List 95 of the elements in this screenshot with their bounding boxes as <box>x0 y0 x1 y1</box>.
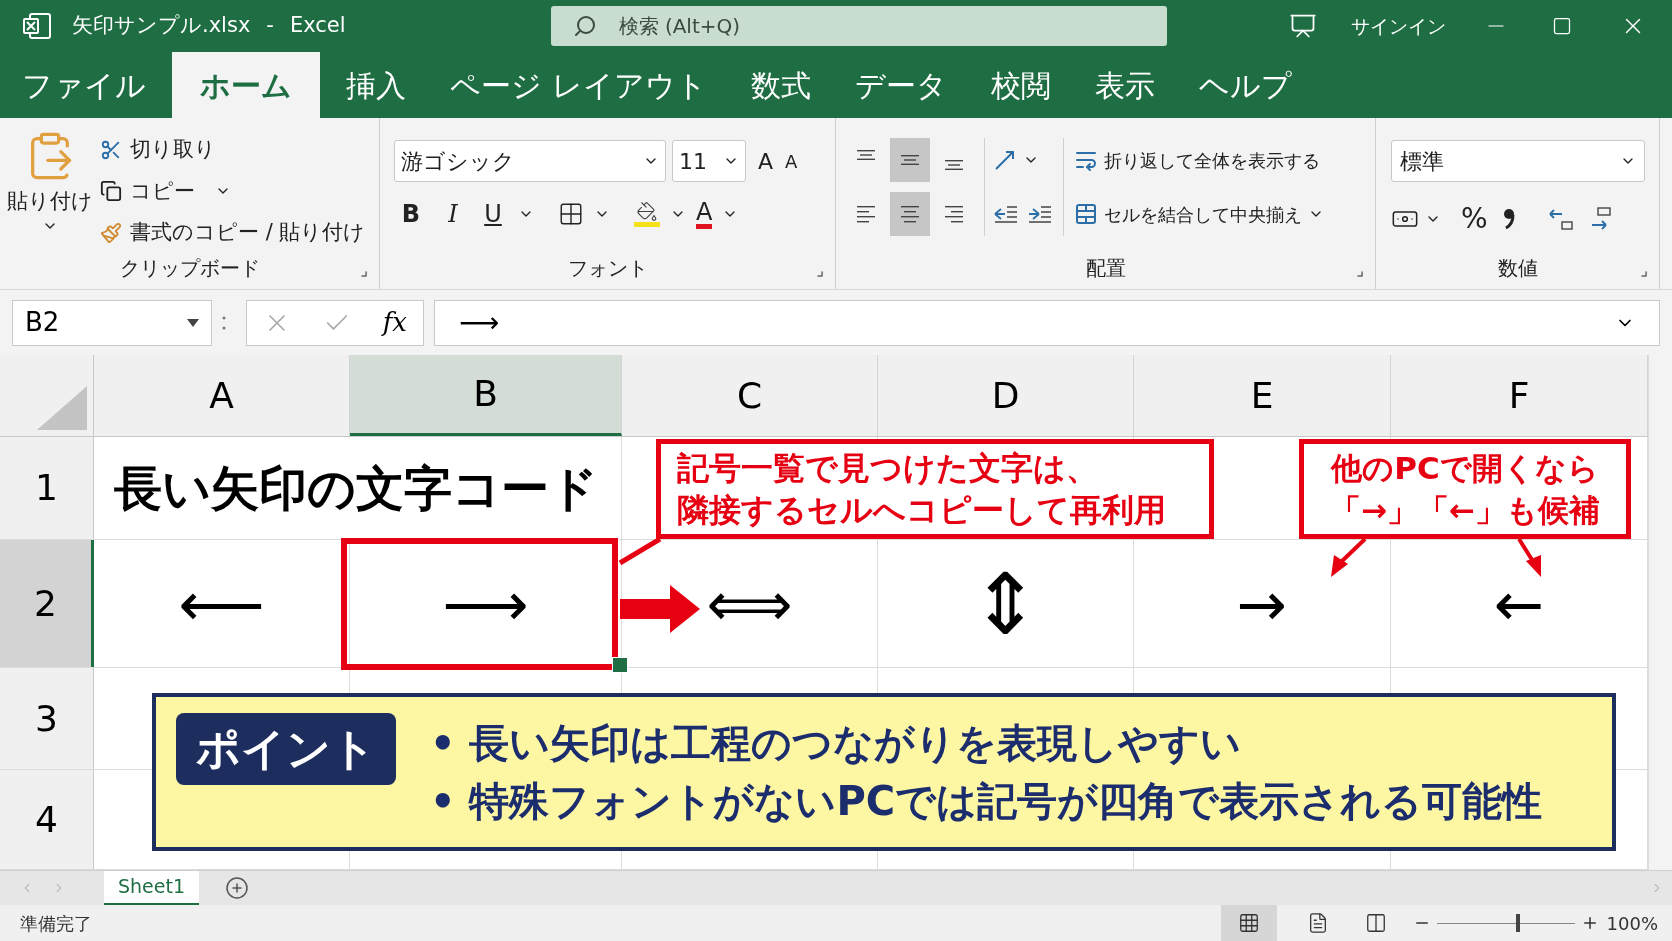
cell-text: ⟵ <box>178 573 265 634</box>
point-text: • 特殊フォントがないPCでは記号が四角で表示される可能性 <box>430 777 1543 826</box>
callout-text: 隣接するセルへコピーして再利用 <box>677 490 1167 531</box>
comma-style-icon[interactable] <box>1501 206 1516 232</box>
underline-button[interactable]: U <box>478 196 508 232</box>
wrap-text-button[interactable]: 折り返して全体を表示する <box>1074 138 1324 182</box>
cell-text: ⇕ <box>970 561 1041 646</box>
font-name-dropdown[interactable]: 游ゴシック <box>394 140 666 182</box>
zoom-thumb[interactable] <box>1515 914 1520 932</box>
name-box[interactable]: B2 <box>12 299 212 346</box>
bold-button[interactable]: B <box>394 196 428 232</box>
insert-function-button[interactable]: fx <box>382 303 407 342</box>
align-icon <box>857 150 875 160</box>
percent-button[interactable]: % <box>1461 198 1488 240</box>
excel-logo-icon <box>22 12 52 40</box>
decrease-indent-icon[interactable] <box>993 203 1019 225</box>
shrink-font-button[interactable]: A <box>785 147 798 175</box>
sign-in-link[interactable]: サインイン <box>1350 11 1446 41</box>
grid-icon <box>1237 912 1260 934</box>
group-label: フォント <box>567 255 648 282</box>
ribbon-tab[interactable]: ページ レイアウト <box>432 52 725 118</box>
align-icon <box>943 205 965 223</box>
row-header[interactable]: 2 <box>0 540 94 667</box>
status-text: 準備完了 <box>20 911 92 936</box>
align-icon <box>901 155 919 165</box>
callout-text: 記号一覧で見つけた文字は、 <box>677 448 1099 489</box>
row-header[interactable]: 4 <box>0 770 94 869</box>
merge-center-button[interactable]: セルを結合して中央揃え <box>1074 192 1324 236</box>
italic-button[interactable]: I <box>438 196 468 232</box>
search-field[interactable]: 検索 (Alt+Q) <box>550 6 1167 46</box>
cell-text: ⟶ <box>442 573 529 634</box>
column-header[interactable]: C <box>622 355 878 436</box>
point-text: • 長い矢印は工程のつながりを表現しやすい <box>430 719 1243 768</box>
column-header[interactable]: D <box>878 355 1134 436</box>
group-label: クリップボード <box>119 255 260 282</box>
ribbon-tab[interactable]: ファイル <box>4 52 164 118</box>
cell-text: → <box>1236 573 1288 634</box>
vertical-align-button[interactable] <box>890 138 930 182</box>
callout-text: 他のPCで開くなら <box>1331 449 1599 488</box>
orientation-icon[interactable] <box>993 148 1017 172</box>
format-painter-button[interactable]: 書式のコピー / 貼り付け <box>100 217 366 249</box>
cut-button[interactable]: 切り取り <box>100 134 366 166</box>
ribbon-tab[interactable]: 校閲 <box>972 52 1069 118</box>
ribbon-tab[interactable]: 数式 <box>732 52 829 118</box>
ribbon-tab[interactable]: データ <box>836 52 965 118</box>
zoom-level[interactable]: 100% <box>1606 909 1658 937</box>
align-icon <box>855 205 877 223</box>
group-label: 数値 <box>1497 255 1538 282</box>
grow-font-button[interactable]: A <box>758 144 774 178</box>
align-icon <box>945 160 963 170</box>
title-separator: - <box>266 12 274 40</box>
dropdown-triangle-icon[interactable] <box>187 318 199 327</box>
ribbon-tab[interactable]: 挿入 <box>328 52 424 118</box>
align-icon <box>899 205 921 223</box>
paintbrush-icon <box>100 221 122 244</box>
add-sheet-icon[interactable] <box>225 876 250 900</box>
more-icon[interactable] <box>222 314 226 331</box>
font-size-dropdown[interactable]: 11 <box>672 140 746 182</box>
presentation-icon[interactable] <box>1288 12 1317 40</box>
window-title: 矢印サンプル.xlsx <box>72 12 251 40</box>
copy-button[interactable]: コピー <box>100 175 366 207</box>
page-break-icon[interactable] <box>1364 912 1387 934</box>
corner-triangle-icon <box>37 386 87 430</box>
increase-indent-icon[interactable] <box>1027 203 1053 225</box>
zoom-slider[interactable] <box>1436 913 1575 933</box>
callout-text: 「→」「←」も候補 <box>1330 491 1600 530</box>
cell-text: 長い矢印の文字コード <box>114 459 598 518</box>
ribbon-tab[interactable]: ホーム <box>172 52 320 118</box>
borders-icon[interactable] <box>558 201 584 227</box>
merge-cells-icon <box>1074 202 1098 226</box>
normal-view-button[interactable] <box>1220 905 1277 941</box>
column-header[interactable]: E <box>1134 355 1391 436</box>
ribbon-tab[interactable]: 表示 <box>1076 52 1173 118</box>
point-badge: ポイント <box>176 713 396 785</box>
vertical-scrollbar[interactable] <box>1648 355 1672 870</box>
column-header[interactable]: B <box>350 355 622 436</box>
app-name: Excel <box>289 12 346 40</box>
row-header[interactable]: 3 <box>0 668 94 769</box>
group-label: 配置 <box>1085 255 1126 282</box>
ribbon-tab[interactable]: ヘルプ <box>1180 52 1310 118</box>
cell-text: ← <box>1493 573 1545 634</box>
maximize-icon[interactable] <box>1551 16 1572 36</box>
cell-text: ⟺ <box>706 573 793 634</box>
number-format-dropdown[interactable]: 標準 <box>1391 140 1645 182</box>
row-header[interactable]: 1 <box>0 437 94 539</box>
scissors-icon <box>100 138 122 161</box>
sheet-tab[interactable]: Sheet1 <box>104 870 200 906</box>
fill-color-icon[interactable] <box>634 201 660 227</box>
copy-icon <box>100 180 122 203</box>
horizontal-align-button[interactable] <box>890 192 930 236</box>
search-icon <box>572 14 597 38</box>
paste-button[interactable]: 貼り付け <box>0 130 100 253</box>
font-color-button[interactable]: A <box>696 199 713 229</box>
fill-handle[interactable] <box>612 657 628 673</box>
formula-field[interactable]: ⟶ <box>434 299 1660 346</box>
